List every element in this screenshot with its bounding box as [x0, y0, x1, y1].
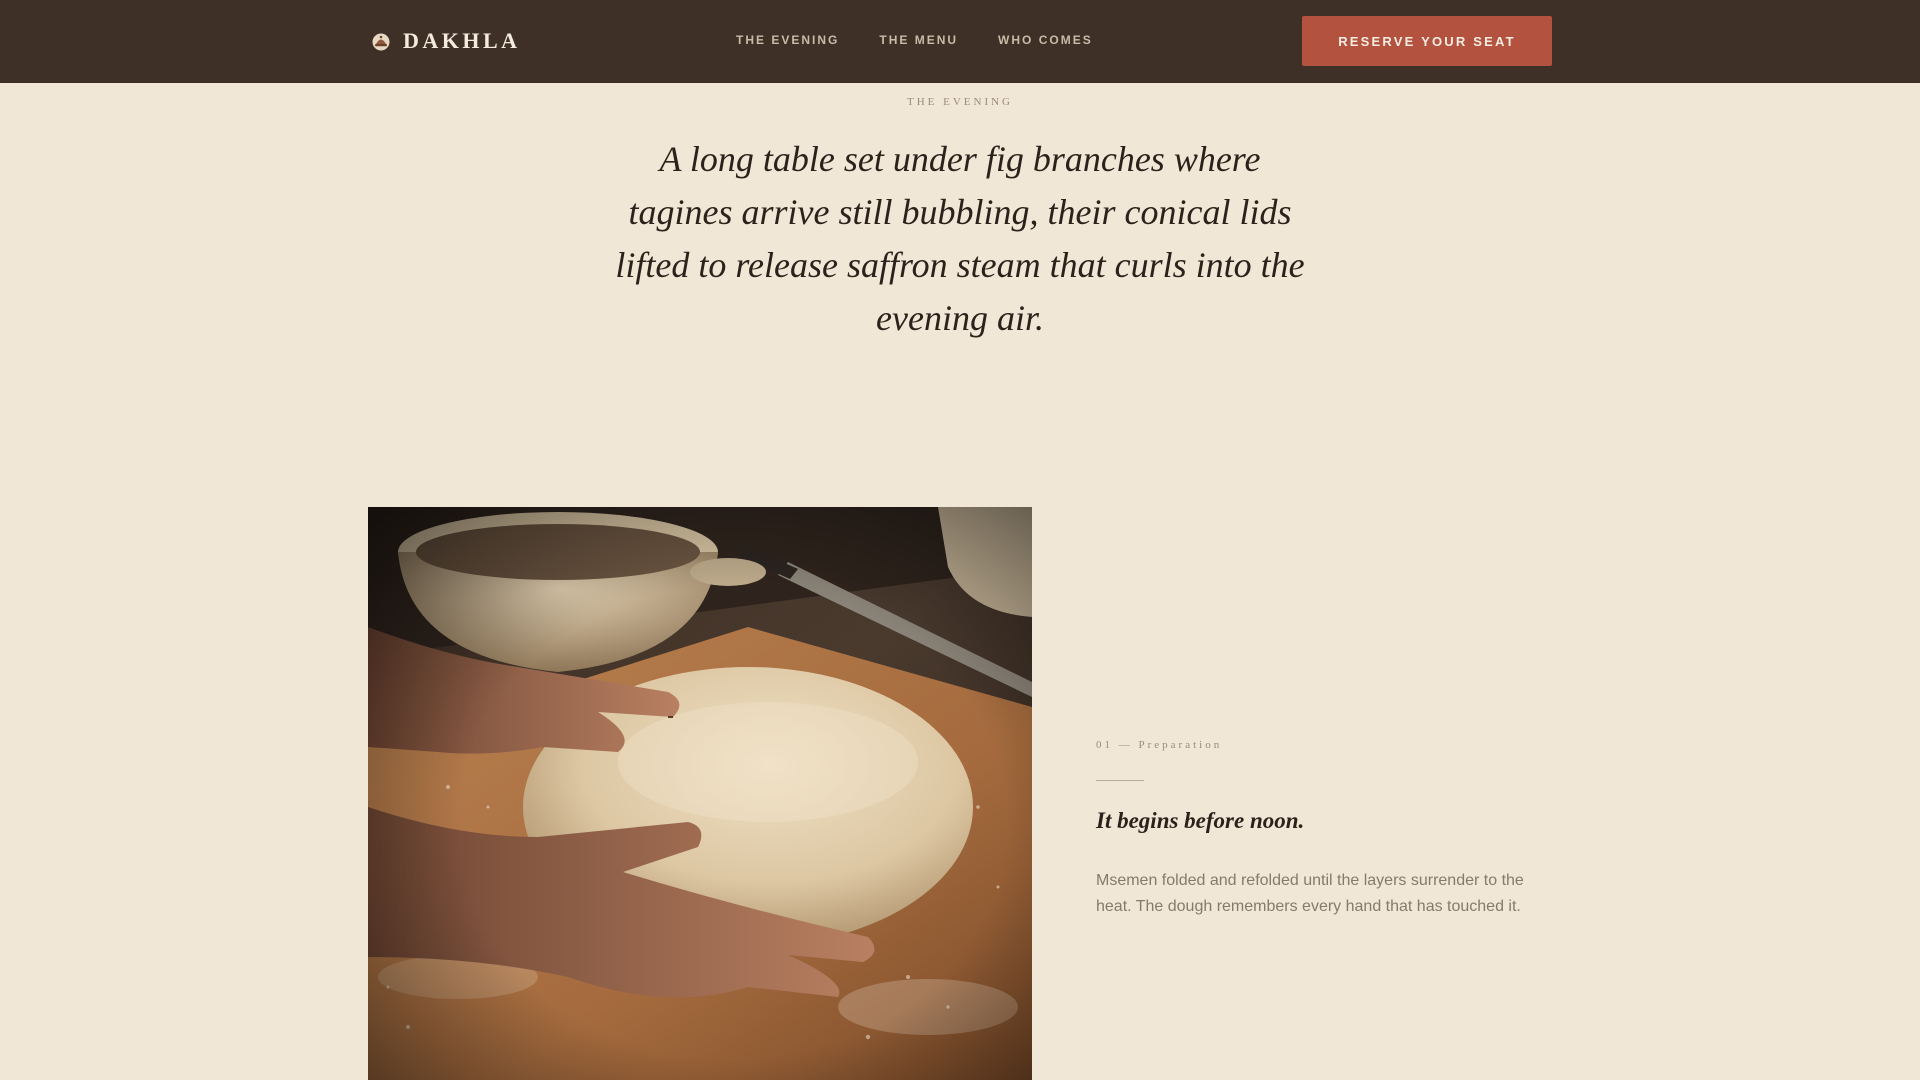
- step-heading: It begins before noon.: [1096, 808, 1305, 833]
- primary-nav: THE EVENING THE MENU WHO COMES: [736, 33, 1093, 47]
- intro-lede: A long table set under fig branches wher…: [615, 139, 1305, 338]
- step-label: 01 — Preparation: [1096, 739, 1223, 751]
- top-navigation-bar: DAKHLA THE EVENING THE MENU WHO COMES RE…: [0, 0, 1920, 83]
- step-body: Msemen folded and refolded until the lay…: [1096, 872, 1524, 915]
- step-divider: [1096, 780, 1144, 781]
- dough-kneading-photo: [368, 507, 1032, 1080]
- reserve-seat-button[interactable]: RESERVE YOUR SEAT: [1302, 16, 1552, 66]
- nav-link-the-menu[interactable]: THE MENU: [879, 33, 958, 47]
- section-eyebrow: THE EVENING: [906, 96, 1013, 108]
- nav-link-who-comes[interactable]: WHO COMES: [998, 33, 1093, 47]
- tagine-icon: [372, 33, 390, 51]
- brand-logo-link[interactable]: DAKHLA: [371, 27, 521, 55]
- brand-name: DAKHLA: [403, 28, 521, 53]
- nav-link-the-evening[interactable]: THE EVENING: [736, 33, 839, 47]
